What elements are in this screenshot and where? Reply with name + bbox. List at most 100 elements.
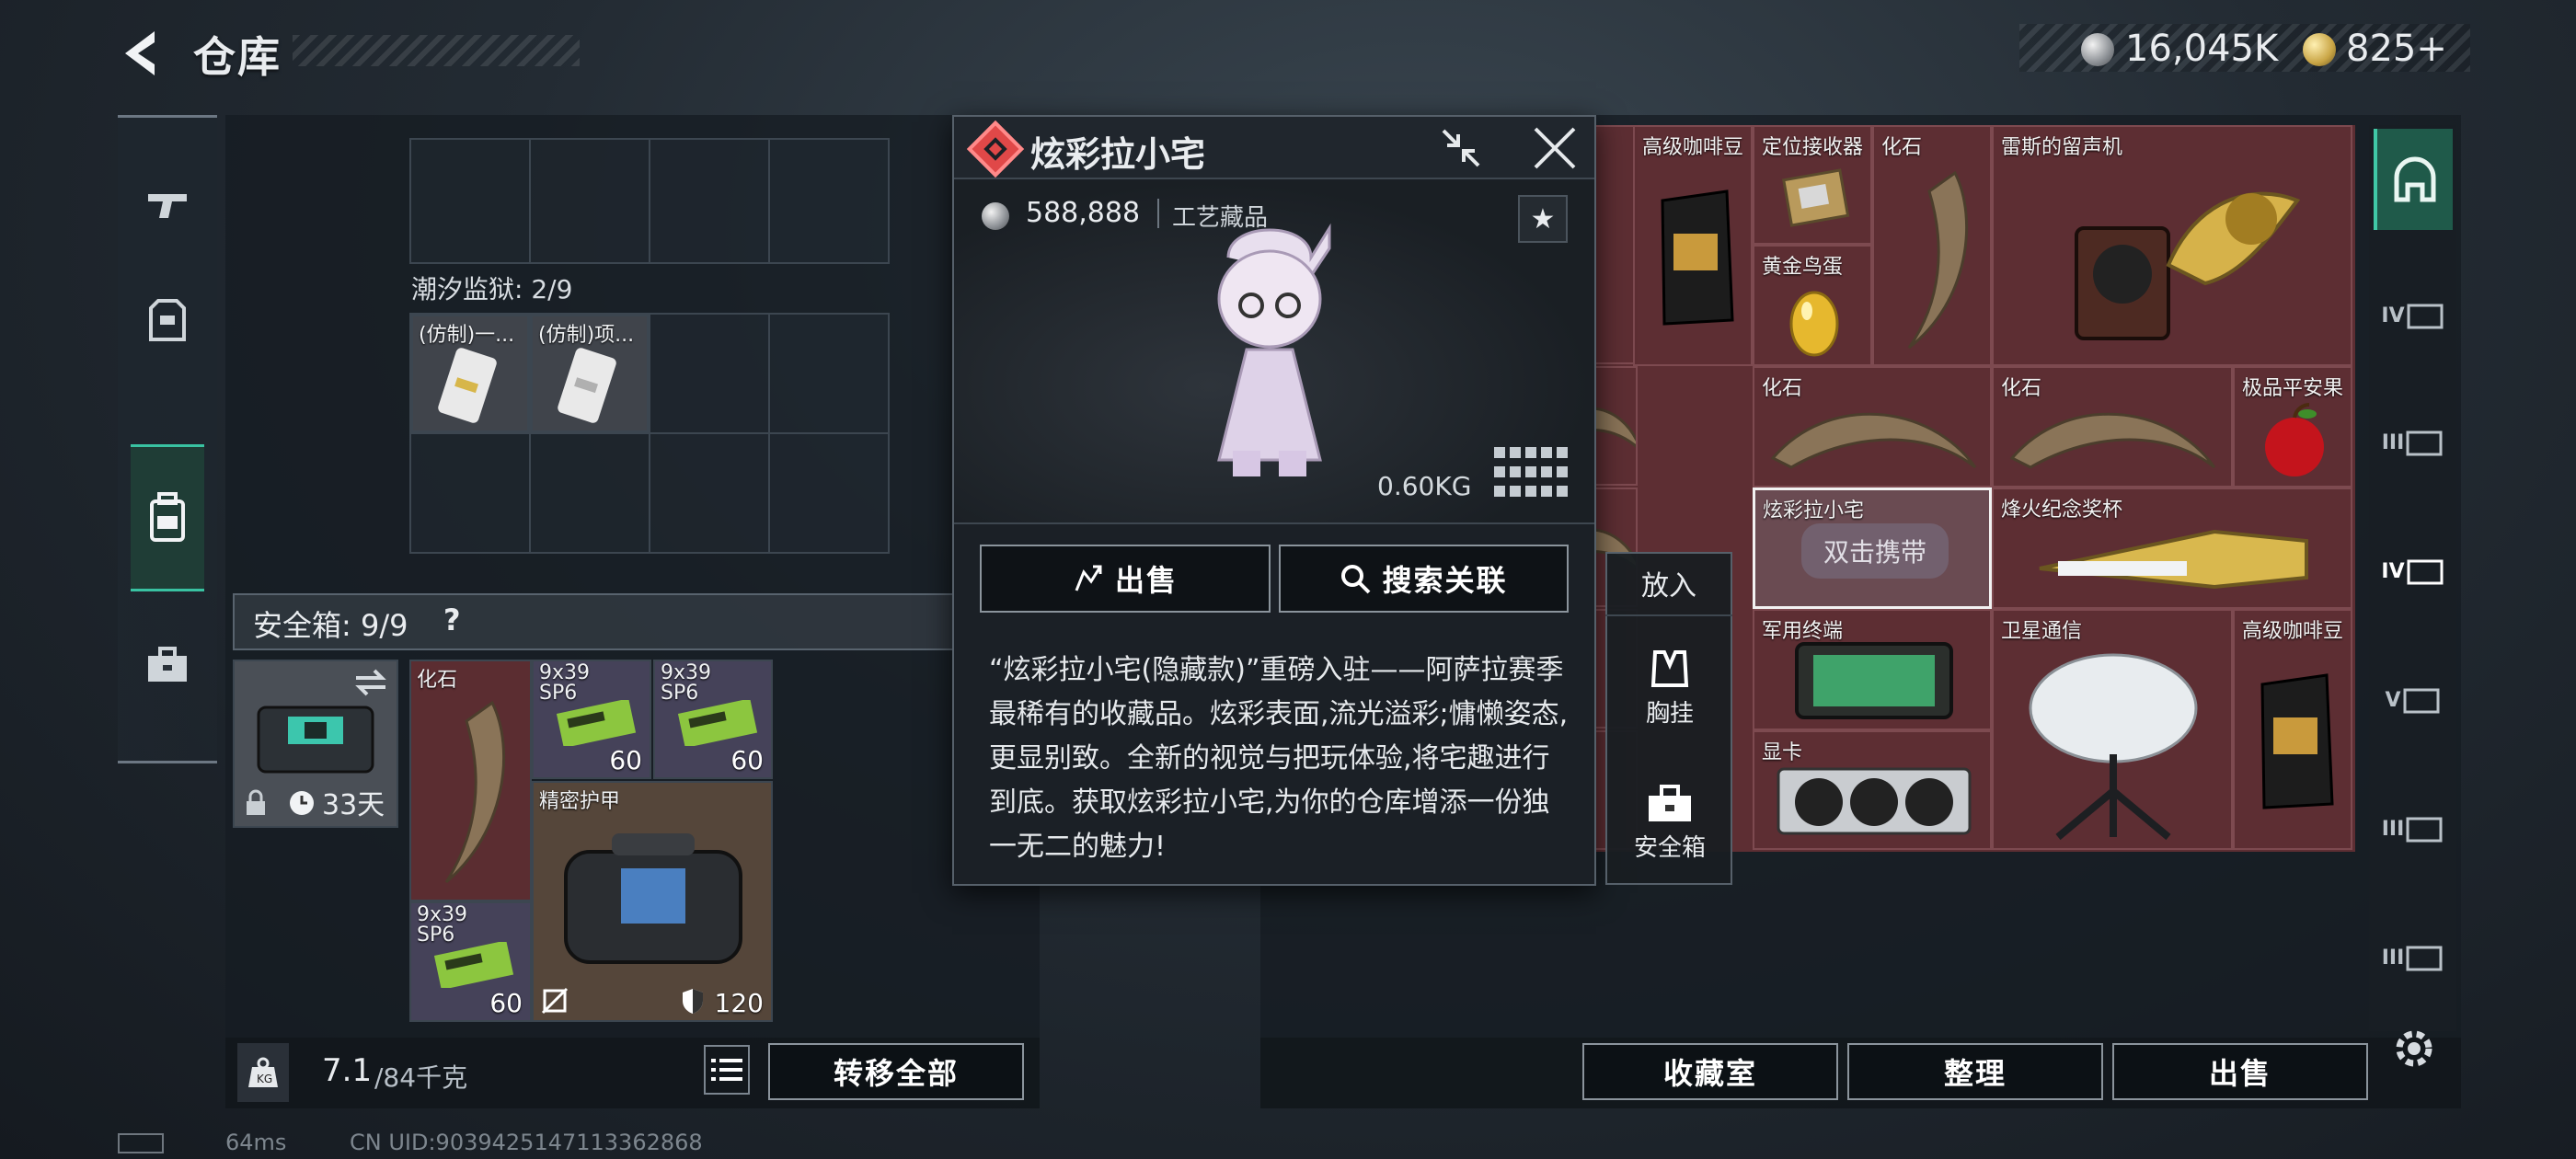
item-price: 588,888 bbox=[1026, 197, 1141, 229]
nav-toolbox[interactable] bbox=[131, 619, 204, 711]
stash-item-terminal[interactable]: 军用终端 bbox=[1753, 609, 1992, 730]
weapon-case-icon bbox=[2406, 817, 2443, 843]
grid-cell[interactable] bbox=[650, 140, 770, 264]
sell-icon bbox=[1075, 565, 1102, 591]
organize-button[interactable]: 整理 bbox=[1847, 1043, 2103, 1100]
item-description: “炫彩拉小宅(隐藏款)”重磅入驻——阿萨拉赛季最稀有的收藏品。炫彩表面,流光溢彩… bbox=[989, 654, 1569, 863]
item-name: 极品平安果 bbox=[2242, 377, 2344, 400]
put-in-label: 放入 bbox=[1605, 552, 1732, 616]
rail-tab[interactable]: IV bbox=[2374, 265, 2453, 366]
stash-item-fossil[interactable]: 化石 bbox=[1753, 366, 1992, 488]
item-name: 精密护甲 bbox=[539, 790, 621, 813]
popup-title: 炫彩拉小宅 bbox=[1030, 134, 1206, 175]
stash-item-apple[interactable]: 极品平安果 bbox=[2233, 366, 2352, 488]
search-icon bbox=[1341, 565, 1371, 594]
silver-amount: 16,045K bbox=[2125, 28, 2279, 70]
page-title: 仓库 bbox=[193, 32, 282, 82]
list-view-button[interactable] bbox=[704, 1045, 750, 1095]
rail-tab[interactable]: III bbox=[2374, 778, 2453, 879]
nav-backpack[interactable] bbox=[131, 444, 204, 591]
gun-icon bbox=[148, 194, 187, 218]
grid-cell[interactable] bbox=[411, 434, 531, 554]
current-weight: 7.1 bbox=[322, 1052, 373, 1089]
stash-item-locator[interactable]: 定位接收器 bbox=[1753, 125, 1872, 245]
item-quantity: 60 bbox=[609, 745, 642, 775]
stash-item-selected-figure[interactable]: 炫彩拉小宅 双击携带 bbox=[1753, 488, 1992, 609]
rail-tab[interactable]: V bbox=[2374, 649, 2453, 751]
grid-cell[interactable] bbox=[650, 434, 770, 554]
gold-add-icon[interactable]: + bbox=[2416, 28, 2447, 70]
grid-cell[interactable] bbox=[770, 140, 890, 264]
svg-text:KG: KG bbox=[257, 1073, 272, 1085]
double-tap-hint: 双击携带 bbox=[1801, 523, 1949, 579]
prison-container-label: 潮汐监狱: 2/9 bbox=[411, 274, 573, 304]
item-name: 高级咖啡豆 bbox=[2242, 620, 2344, 643]
figure-doll-icon bbox=[1191, 221, 1348, 491]
fossil-claw-icon bbox=[2009, 412, 2216, 469]
grid-cell[interactable] bbox=[650, 315, 770, 434]
grid-cell[interactable] bbox=[531, 140, 650, 264]
trophy-icon bbox=[2039, 529, 2308, 590]
safe-item-ammo[interactable]: 9x39 SP6 60 bbox=[532, 660, 651, 779]
grid-cell[interactable] bbox=[531, 434, 650, 554]
stash-item-coffee[interactable]: 高级咖啡豆 bbox=[1633, 125, 1753, 366]
safe-item-armor[interactable]: 精密护甲 120 bbox=[532, 781, 773, 1022]
rail-tab[interactable]: III bbox=[2374, 907, 2453, 1008]
rail-tab[interactable]: III bbox=[2374, 392, 2453, 493]
stash-item-golden-egg[interactable]: 黄金鸟蛋 bbox=[1753, 245, 1872, 366]
stash-item-fossil[interactable]: 化石 bbox=[1992, 366, 2233, 488]
item-name: 9x39 SP6 bbox=[539, 663, 591, 704]
coffee-bag-icon bbox=[1661, 189, 1734, 326]
home-vault-icon bbox=[2394, 156, 2436, 202]
help-icon[interactable]: ? bbox=[443, 602, 461, 637]
item-name: 化石 bbox=[1881, 136, 1923, 159]
stash-item-fossil[interactable]: 化石 bbox=[1872, 125, 1992, 366]
safe-item-ammo[interactable]: 9x39 SP6 60 bbox=[653, 660, 773, 779]
rail-tab-home[interactable] bbox=[2374, 129, 2453, 230]
fossil-claw-icon bbox=[1770, 412, 1977, 469]
stash-item-gramophone[interactable]: 雷斯的留声机 bbox=[1992, 125, 2352, 366]
collapse-icon[interactable] bbox=[1438, 125, 1484, 175]
grid-cell[interactable] bbox=[770, 315, 890, 434]
divider bbox=[954, 522, 1594, 524]
grid-cell[interactable] bbox=[411, 140, 531, 264]
clock-icon bbox=[290, 791, 314, 815]
safe-item-fossil[interactable]: 化石 bbox=[409, 660, 532, 901]
sell-button[interactable]: 出售 bbox=[2112, 1043, 2368, 1100]
toolbox-icon bbox=[148, 647, 187, 682]
stash-item-gpu[interactable]: 显卡 bbox=[1753, 730, 1992, 850]
put-in-chest-rig-button[interactable]: 胸挂 bbox=[1619, 633, 1720, 743]
search-related-button[interactable]: 搜索关联 bbox=[1279, 545, 1569, 613]
receiver-device-icon bbox=[1782, 168, 1850, 227]
collection-room-button[interactable]: 收藏室 bbox=[1582, 1043, 1838, 1100]
stash-item-trophy[interactable]: 烽火纪念奖杯 bbox=[1992, 488, 2352, 609]
card-icon bbox=[558, 348, 616, 423]
ammo-box-icon bbox=[677, 700, 758, 746]
safebox-slot[interactable]: 33天 bbox=[233, 660, 398, 828]
popup-sell-button[interactable]: 出售 bbox=[980, 545, 1271, 613]
safe-item-ammo[interactable]: 9x39 SP6 60 bbox=[409, 901, 532, 1022]
card-icon bbox=[438, 348, 497, 423]
gold-amount[interactable]: 825+ bbox=[2346, 28, 2447, 70]
stash-item-satellite[interactable]: 卫星通信 bbox=[1992, 609, 2233, 850]
item-name: 9x39 SP6 bbox=[661, 663, 712, 704]
close-icon[interactable] bbox=[1532, 125, 1578, 175]
nav-weapons[interactable] bbox=[131, 159, 204, 251]
prison-item[interactable]: (仿制)项... bbox=[531, 315, 649, 432]
stash-item-coffee[interactable]: 高级咖啡豆 bbox=[2233, 609, 2352, 850]
backpack-icon bbox=[150, 492, 185, 542]
settings-gear-icon[interactable] bbox=[2388, 1023, 2440, 1078]
prison-item[interactable]: (仿制)一... bbox=[411, 315, 529, 432]
favorite-star-icon[interactable]: ★ bbox=[1518, 195, 1568, 243]
nav-equipment[interactable] bbox=[131, 274, 204, 366]
rail-tab[interactable]: IV bbox=[2374, 521, 2453, 622]
item-name: 炫彩拉小宅 bbox=[1763, 499, 1865, 522]
weapon-case-icon bbox=[2406, 946, 2443, 971]
ammo-box-icon bbox=[556, 700, 637, 746]
back-arrow-icon[interactable] bbox=[118, 26, 164, 81]
grid-cell[interactable] bbox=[770, 434, 890, 554]
transfer-all-button[interactable]: 转移全部 bbox=[768, 1043, 1024, 1100]
put-in-safebox-button[interactable]: 安全箱 bbox=[1619, 768, 1720, 878]
divider bbox=[1157, 199, 1159, 228]
title-decoration bbox=[293, 35, 580, 66]
